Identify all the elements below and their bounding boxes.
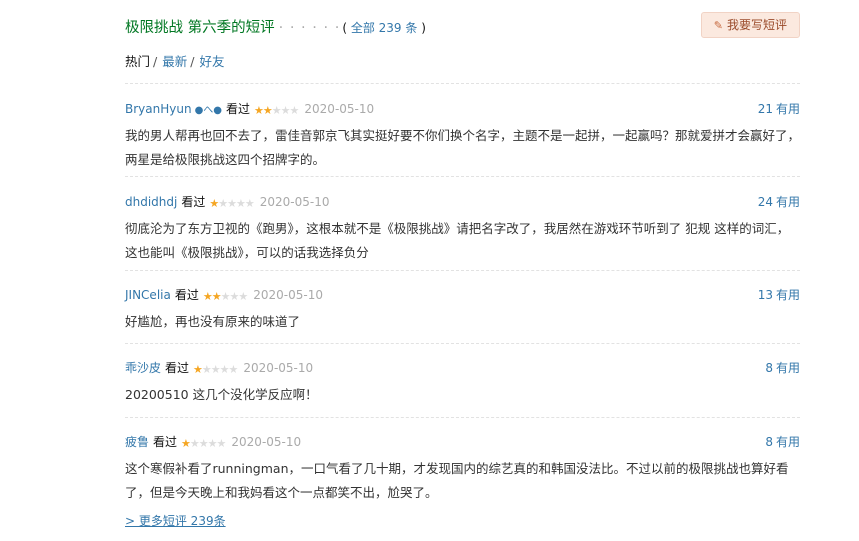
useful-vote-button[interactable]: 13 有用 (758, 286, 800, 304)
sort-tabs: 热门 / 最新 / 好友 (125, 51, 224, 70)
more-comments-link[interactable]: > 更多短评 239条 (125, 512, 226, 529)
star-icon: ★ (202, 290, 213, 303)
vote-count: 13 (757, 288, 773, 302)
star-icon: ★ (198, 437, 209, 450)
count-open-paren: ( (342, 21, 347, 35)
all-comments-link[interactable]: 全部 239 条 (351, 21, 418, 35)
comment-meta: BryanHyun ●へ● 看过 ★★★★★ 2020-05-10 21 有用 (125, 100, 800, 118)
star-icon: ★ (271, 104, 282, 117)
useful-vote-button[interactable]: 8 有用 (765, 359, 800, 377)
comment-divider (125, 343, 800, 344)
comment-divider (125, 83, 800, 84)
comment-divider (125, 176, 800, 177)
vote-count: 8 (765, 435, 773, 449)
vote-label: 有用 (775, 195, 800, 209)
pencil-icon: ✎ (713, 19, 723, 32)
tab-separator: / (190, 54, 195, 69)
star-icon: ★ (227, 197, 237, 210)
star-icon: ★ (289, 104, 300, 117)
useful-vote-button[interactable]: 24 有用 (758, 193, 800, 211)
star-icon: ★ (280, 104, 291, 117)
star-icon: ★ (228, 363, 239, 376)
write-review-label: 我要写短评 (726, 18, 787, 32)
rating-stars: ★★★★★ (209, 195, 255, 213)
comment-item: JINCelia 看过 ★★★★★ 2020-05-10 13 有用好尴尬，再也没有原来的… (125, 286, 800, 334)
comment-username[interactable]: dhdidhdj (125, 195, 177, 209)
comment-item: BryanHyun ●へ● 看过 ★★★★★ 2020-05-10 21 有用 我的男人帮再也… (125, 100, 800, 172)
star-icon: ★ (218, 197, 228, 210)
comment-item: 疲鲁 看过 ★★★★★ 2020-05-10 8 有用 这个寒假补看了runningman，… (125, 433, 800, 505)
comment-username[interactable]: BryanHyun (125, 102, 192, 116)
watch-status: 看过 (226, 102, 251, 116)
comment-text: 20200510 这几个没化学反应啊！ (125, 387, 318, 402)
vote-label: 有用 (775, 435, 800, 449)
comment-time: 2020-05-10 (304, 102, 375, 116)
rating-stars: ★★★★★ (254, 102, 300, 120)
title-dots: · · · · · · (278, 20, 341, 36)
vote-count: 24 (757, 195, 773, 209)
tab-hot[interactable]: 热门 (125, 54, 150, 69)
tab-latest[interactable]: 最新 (162, 54, 187, 69)
star-icon: ★ (236, 197, 246, 210)
section-header: 极限挑战 第六季的短评 · · · · · ·( 全部 239 条 ) ✎ 我要写短… (125, 12, 800, 38)
comment-divider (125, 270, 800, 271)
comment-time: 2020-05-10 (243, 361, 314, 375)
star-icon: ★ (211, 290, 222, 303)
comment-username[interactable]: JINCelia (125, 288, 171, 302)
comment-meta: 乖沙皮 看过 ★★★★★ 2020-05-10 8 有用 (125, 359, 800, 377)
star-icon: ★ (209, 197, 219, 210)
star-icon: ★ (193, 363, 203, 376)
star-icon: ★ (219, 363, 230, 376)
comment-text: 彻底沦为了东方卫视的《跑男》，这根本就不是《极限挑战》请把名字改了，我居然在游戏… (125, 221, 790, 260)
watch-status: 看过 (153, 435, 178, 449)
star-icon: ★ (238, 290, 248, 303)
comment-text: 这个寒假补看了runningman，一口气看了几十期，才发现国内的综艺真的和韩国… (125, 461, 789, 500)
star-icon: ★ (210, 363, 221, 376)
star-icon: ★ (207, 437, 218, 450)
comment-time: 2020-05-10 (253, 288, 323, 302)
vote-label: 有用 (775, 102, 800, 116)
comment-divider (125, 417, 800, 418)
comment-item: 乖沙皮 看过 ★★★★★ 2020-05-10 8 有用 20200510 这几个没化学反应… (125, 359, 800, 407)
write-review-button[interactable]: ✎ 我要写短评 (700, 12, 800, 38)
comment-time: 2020-05-10 (231, 435, 302, 449)
star-icon: ★ (254, 104, 264, 117)
comment-time: 2020-05-10 (259, 195, 330, 209)
vote-count: 21 (757, 102, 773, 116)
useful-vote-button[interactable]: 8 有用 (765, 433, 800, 451)
watch-status: 看过 (174, 288, 199, 302)
vote-count: 8 (765, 361, 773, 375)
comment-username[interactable]: 乖沙皮 (125, 361, 161, 375)
vote-label: 有用 (775, 361, 800, 375)
star-icon: ★ (262, 104, 273, 117)
comment-meta: 疲鲁 看过 ★★★★★ 2020-05-10 8 有用 (125, 433, 800, 451)
star-icon: ★ (189, 437, 200, 450)
user-badge: ●へ● (194, 105, 223, 116)
section-title: 极限挑战 第六季的短评 (125, 20, 275, 36)
star-icon: ★ (244, 197, 255, 210)
watch-status: 看过 (165, 361, 190, 375)
tab-separator: / (153, 54, 158, 69)
comment-text: 好尴尬，再也没有原来的味道了 (125, 314, 301, 329)
count-close-paren: ) (421, 21, 426, 35)
total-count: ( 全部 239 条 ) (342, 21, 426, 35)
comment-username[interactable]: 疲鲁 (125, 435, 149, 449)
tab-friends[interactable]: 好友 (199, 54, 224, 69)
rating-stars: ★★★★★ (202, 288, 248, 306)
star-icon: ★ (181, 437, 191, 450)
vote-label: 有用 (775, 288, 800, 302)
rating-stars: ★★★★★ (193, 361, 239, 379)
comment-meta: JINCelia 看过 ★★★★★ 2020-05-10 13 有用 (125, 286, 800, 304)
useful-vote-button[interactable]: 21 有用 (758, 100, 800, 118)
comment-text: 我的男人帮再也回不去了，雷佳音郭京飞其实挺好要不你们换个名字，主题不是一起拼，一… (125, 128, 801, 167)
rating-stars: ★★★★★ (181, 435, 227, 453)
comment-item: dhdidhdj 看过 ★★★★★ 2020-05-10 24 有用 彻底沦为了东方卫视的《… (125, 193, 800, 265)
comment-meta: dhdidhdj 看过 ★★★★★ 2020-05-10 24 有用 (125, 193, 800, 211)
section-title-line: 极限挑战 第六季的短评 · · · · · ·( 全部 239 条 ) (125, 16, 426, 37)
watch-status: 看过 (181, 195, 206, 209)
star-icon: ★ (201, 363, 212, 376)
star-icon: ★ (216, 437, 227, 450)
